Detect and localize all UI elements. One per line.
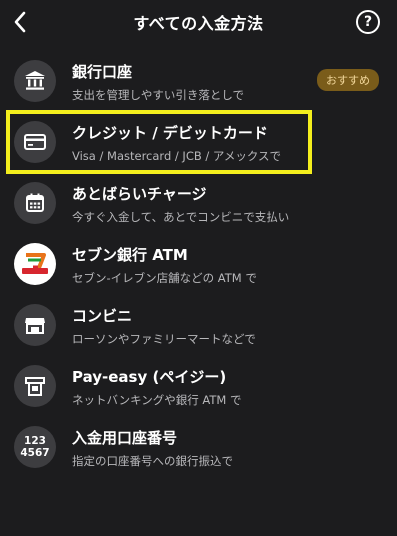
convenience-store-icon xyxy=(14,304,56,346)
calendar-icon xyxy=(14,182,56,224)
method-subtitle: 指定の口座番号への銀行振込で xyxy=(72,454,233,468)
method-title: コンビニ xyxy=(72,307,133,325)
method-item-account-number[interactable]: 123 4567 入金用口座番号 指定の口座番号への銀行振込で xyxy=(0,418,397,479)
method-title: 銀行口座 xyxy=(72,63,133,81)
method-item-seven-bank-atm[interactable]: セブン銀行 ATM セブン-イレブン店舗などの ATM で xyxy=(0,235,397,296)
method-title: セブン銀行 ATM xyxy=(72,246,188,264)
method-subtitle: 今すぐ入金して、あとでコンビニで支払い xyxy=(72,210,290,224)
account-number-icon: 123 4567 xyxy=(14,426,56,468)
method-subtitle: Visa / Mastercard / JCB / アメックスで xyxy=(72,149,282,163)
method-title: 入金用口座番号 xyxy=(72,429,178,447)
method-subtitle: セブン-イレブン店舗などの ATM で xyxy=(72,271,257,285)
method-title: あとばらいチャージ xyxy=(72,185,207,203)
page-title: すべての入金方法 xyxy=(133,14,264,33)
seven-bank-logo-icon xyxy=(14,243,56,285)
atm-icon xyxy=(14,365,56,407)
method-item-convenience-store[interactable]: コンビニ ローソンやファミリーマートなどで xyxy=(0,296,397,357)
method-title: クレジット / デビットカード xyxy=(72,124,268,142)
method-subtitle: ローソンやファミリーマートなどで xyxy=(72,332,256,346)
recommended-badge: おすすめ xyxy=(317,69,379,91)
help-button[interactable]: ? xyxy=(356,10,380,34)
method-subtitle: 支出を管理しやすい引き落としで xyxy=(72,88,245,102)
method-title: Pay-easy (ペイジー) xyxy=(72,368,227,386)
method-item-bank-account[interactable]: 銀行口座 支出を管理しやすい引き落としで おすすめ xyxy=(0,52,397,113)
method-item-credit-card[interactable]: クレジット / デビットカード Visa / Mastercard / JCB … xyxy=(0,113,397,174)
method-subtitle: ネットバンキングや銀行 ATM で xyxy=(72,393,242,407)
help-icon: ? xyxy=(363,14,373,30)
method-item-pay-later[interactable]: あとばらいチャージ 今すぐ入金して、あとでコンビニで支払い xyxy=(0,174,397,235)
bank-icon xyxy=(14,60,56,102)
credit-card-icon xyxy=(14,121,56,163)
deposit-method-list: 銀行口座 支出を管理しやすい引き落としで おすすめ クレジット / デビットカー… xyxy=(0,52,397,479)
account-number-icon-line1: 123 xyxy=(24,435,46,447)
header: すべての入金方法 ? xyxy=(0,0,397,44)
account-number-icon-line2: 4567 xyxy=(20,447,50,459)
method-item-pay-easy[interactable]: Pay-easy (ペイジー) ネットバンキングや銀行 ATM で xyxy=(0,357,397,418)
